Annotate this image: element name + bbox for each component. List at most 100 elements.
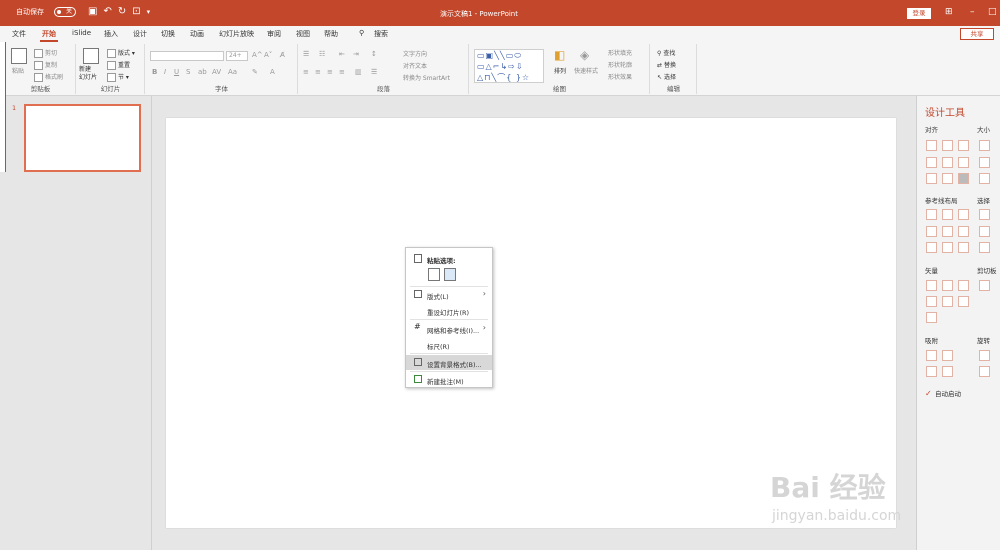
arrange-icon[interactable]: ◧ bbox=[554, 48, 565, 62]
rotate-2-icon[interactable] bbox=[979, 366, 990, 377]
vector-3-icon[interactable] bbox=[958, 280, 969, 291]
distribute-v-icon[interactable] bbox=[942, 173, 953, 184]
minimize-icon[interactable]: – bbox=[970, 7, 975, 17]
highlight-icon[interactable]: ✎ bbox=[252, 68, 258, 76]
snap-4-icon[interactable] bbox=[942, 366, 953, 377]
paste-icon[interactable] bbox=[11, 48, 27, 64]
tab-islide[interactable]: iSlide bbox=[72, 29, 91, 37]
guide-layout-2-icon[interactable] bbox=[942, 209, 953, 220]
align-right-icon[interactable]: ≡ bbox=[327, 68, 333, 76]
arrange-button[interactable]: 排列 bbox=[554, 66, 566, 75]
tab-view[interactable]: 视图 bbox=[296, 29, 310, 39]
align-top-icon[interactable] bbox=[926, 157, 937, 168]
shadow-icon[interactable]: ab bbox=[198, 68, 207, 76]
convert-smartart-button[interactable]: 转换为 SmartArt bbox=[403, 73, 450, 82]
autosave-toggle[interactable]: 关 bbox=[54, 7, 76, 17]
shape-effects-button[interactable]: 形状效果 bbox=[608, 72, 632, 81]
guide-layout-8-icon[interactable] bbox=[942, 242, 953, 253]
slide-thumbnail[interactable] bbox=[24, 104, 141, 172]
bold-icon[interactable]: B bbox=[152, 68, 157, 76]
layout-button[interactable]: 版式 ▾ bbox=[107, 48, 135, 58]
vector-5-icon[interactable] bbox=[942, 296, 953, 307]
auto-enable-checkbox[interactable]: ✓ 自动启动 bbox=[925, 388, 961, 399]
select-1-icon[interactable] bbox=[979, 209, 990, 220]
customize-qat-icon[interactable]: ▾ bbox=[147, 7, 151, 17]
undo-icon[interactable]: ↶ bbox=[103, 7, 111, 17]
clipboard-1-icon[interactable] bbox=[979, 280, 990, 291]
font-size-combo[interactable]: 24+ bbox=[226, 51, 248, 61]
tab-animations[interactable]: 动画 bbox=[190, 29, 204, 39]
menu-item-new-comment[interactable]: 新建批注(M) bbox=[406, 372, 492, 387]
same-size-icon[interactable] bbox=[979, 173, 990, 184]
same-height-icon[interactable] bbox=[979, 157, 990, 168]
shape-fill-button[interactable]: 形状填充 bbox=[608, 48, 632, 57]
align-left-icon[interactable]: ≡ bbox=[303, 68, 309, 76]
tab-design[interactable]: 设计 bbox=[133, 29, 147, 39]
tab-transitions[interactable]: 切换 bbox=[161, 29, 175, 39]
decrease-indent-icon[interactable]: ⇤ bbox=[339, 50, 345, 58]
distribute-h-icon[interactable] bbox=[926, 173, 937, 184]
menu-item-reset-slide[interactable]: 重设幻灯片(R) bbox=[406, 303, 492, 318]
cut-button[interactable]: 剪切 bbox=[34, 48, 57, 58]
menu-item-layout[interactable]: 版式(L) › bbox=[406, 287, 492, 302]
redo-icon[interactable]: ↻ bbox=[118, 7, 126, 17]
guide-layout-9-icon[interactable] bbox=[958, 242, 969, 253]
find-button[interactable]: ⚲ 查找 bbox=[657, 48, 675, 57]
font-color-icon[interactable]: A bbox=[270, 68, 275, 76]
text-icon[interactable] bbox=[926, 312, 937, 323]
vector-4-icon[interactable] bbox=[926, 296, 937, 307]
tab-slideshow[interactable]: 幻灯片放映 bbox=[219, 29, 254, 39]
paste-button[interactable]: 粘贴 bbox=[12, 66, 24, 75]
menu-item-ruler[interactable]: 标尺(R) bbox=[406, 337, 492, 352]
align-middle-icon[interactable] bbox=[942, 157, 953, 168]
same-width-icon[interactable] bbox=[979, 140, 990, 151]
ribbon-display-icon[interactable]: ⊞ bbox=[945, 7, 953, 17]
reset-button[interactable]: 重置 bbox=[107, 60, 130, 70]
quick-styles-icon[interactable]: ◈ bbox=[580, 48, 589, 62]
select-2-icon[interactable] bbox=[979, 226, 990, 237]
format-painter-button[interactable]: 格式刷 bbox=[34, 72, 63, 82]
snap-1-icon[interactable] bbox=[926, 350, 937, 361]
new-slide-icon[interactable] bbox=[83, 48, 99, 64]
tab-home[interactable]: 开始 bbox=[40, 29, 58, 42]
vector-6-icon[interactable] bbox=[958, 296, 969, 307]
signin-button[interactable]: 登录 bbox=[907, 8, 931, 19]
columns-icon[interactable]: ▥ bbox=[355, 68, 362, 76]
align-center-icon[interactable] bbox=[942, 140, 953, 151]
shapes-gallery[interactable]: ▭▣╲╲▭⬭ ▭△⌐↳⇨⇩ △⊓╲⌒{ }☆ bbox=[474, 49, 544, 83]
menu-item-grid-guides[interactable]: # 网格和参考线(I)... › bbox=[406, 321, 492, 336]
guide-layout-7-icon[interactable] bbox=[926, 242, 937, 253]
guide-layout-1-icon[interactable] bbox=[926, 209, 937, 220]
italic-icon[interactable]: I bbox=[164, 68, 166, 76]
save-icon[interactable]: ▣ bbox=[88, 7, 97, 17]
select-3-icon[interactable] bbox=[979, 242, 990, 253]
guide-layout-3-icon[interactable] bbox=[958, 209, 969, 220]
align-center-icon[interactable]: ≡ bbox=[315, 68, 321, 76]
snap-2-icon[interactable] bbox=[942, 350, 953, 361]
tab-help[interactable]: 帮助 bbox=[324, 29, 338, 39]
select-button[interactable]: ↖ 选择 bbox=[657, 72, 676, 81]
tab-file[interactable]: 文件 bbox=[12, 29, 26, 39]
search-icon[interactable]: ⚲ bbox=[359, 29, 364, 37]
paragraph-spacing-icon[interactable]: ☰ bbox=[371, 68, 377, 76]
share-button[interactable]: 共享 bbox=[960, 28, 994, 40]
tab-review[interactable]: 审阅 bbox=[267, 29, 281, 39]
section-button[interactable]: 节 ▾ bbox=[107, 72, 129, 82]
bullets-icon[interactable]: ☰ bbox=[303, 50, 309, 58]
replace-button[interactable]: ⇄ 替换 bbox=[657, 60, 676, 69]
shrink-font-icon[interactable]: A˅ bbox=[264, 51, 272, 59]
rotate-1-icon[interactable] bbox=[979, 350, 990, 361]
paste-picture-icon[interactable] bbox=[444, 268, 456, 281]
present-icon[interactable]: ⊡ bbox=[132, 7, 140, 17]
line-spacing-icon[interactable]: ↕ bbox=[371, 50, 377, 58]
tell-me-search[interactable]: 搜索 bbox=[374, 29, 388, 39]
snap-3-icon[interactable] bbox=[926, 366, 937, 377]
strikethrough-icon[interactable]: S bbox=[186, 68, 190, 76]
vector-1-icon[interactable] bbox=[926, 280, 937, 291]
text-direction-button[interactable]: 文字方向 bbox=[403, 49, 427, 58]
align-left-icon[interactable] bbox=[926, 140, 937, 151]
align-text-button[interactable]: 对齐文本 bbox=[403, 61, 427, 70]
guide-layout-4-icon[interactable] bbox=[926, 226, 937, 237]
align-bottom-icon[interactable] bbox=[958, 157, 969, 168]
grid-align-icon[interactable] bbox=[958, 173, 969, 184]
